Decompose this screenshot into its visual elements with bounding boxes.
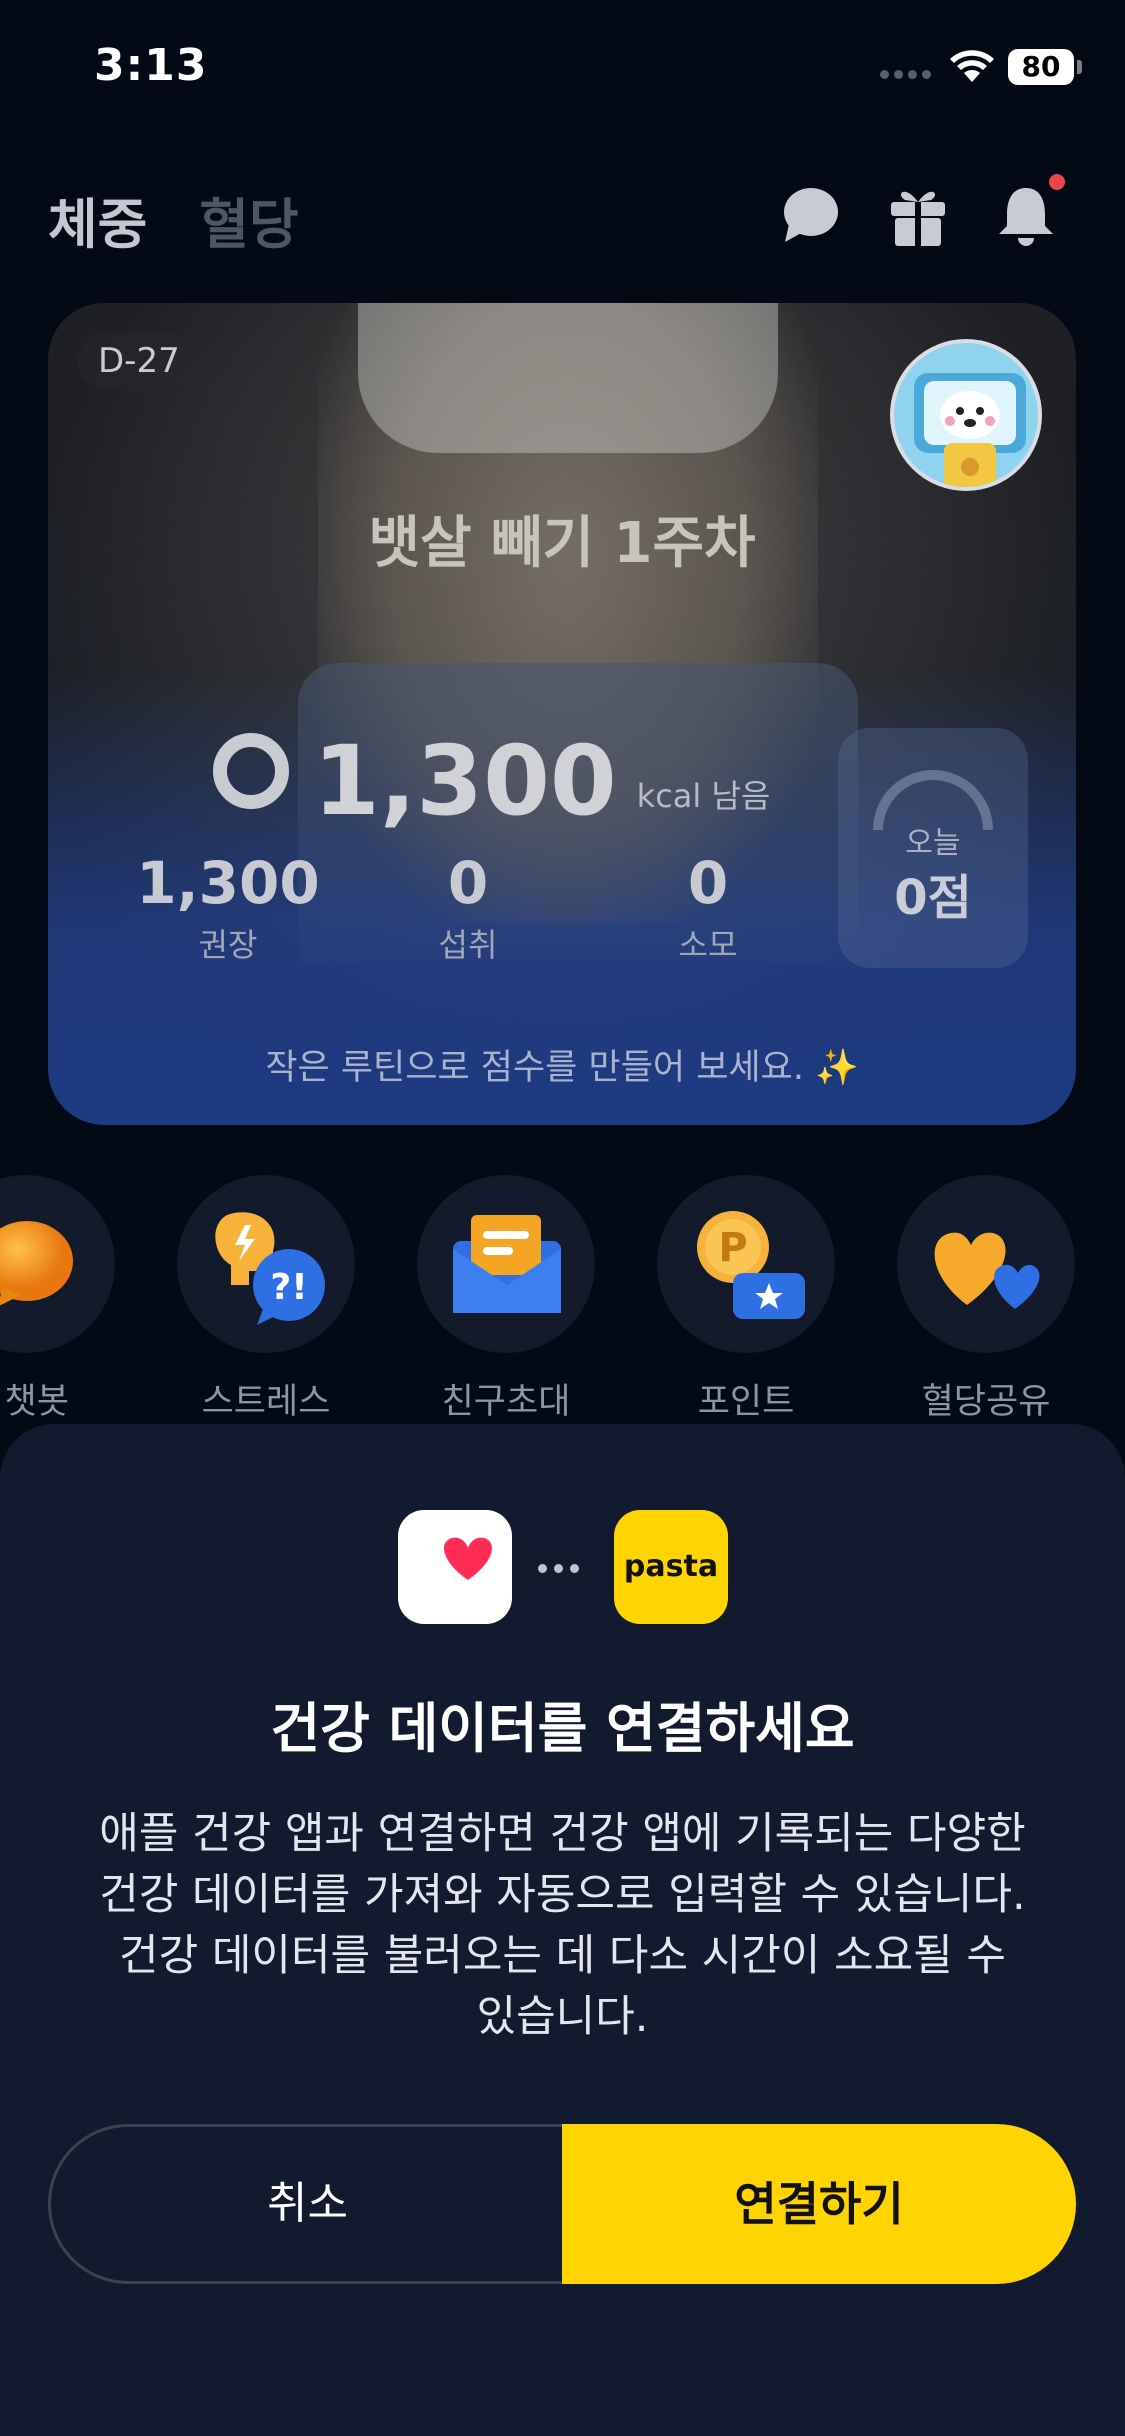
- menu-item-chatbot[interactable]: I 챗봇: [0, 1175, 116, 1424]
- share-heart-icon: [934, 1232, 1040, 1309]
- header-tabs: 체중 혈당: [48, 180, 299, 259]
- svg-text:P: P: [718, 1225, 747, 1271]
- ring-icon: [213, 733, 289, 809]
- menu-label: 혈당공유: [921, 1382, 1051, 1422]
- menu-label: I 챗봇: [0, 1382, 69, 1422]
- description-line: 건강 데이터를 가져와 자동으로 입력할 수 있습니다.: [99, 1870, 1026, 1920]
- description-line: 애플 건강 앱과 연결하면 건강 앱에 기록되는 다양한: [99, 1809, 1026, 1859]
- notification-dot: [1049, 174, 1065, 190]
- description-line: 건강 데이터를 불러오는 데 다소 시간이 소요될 수: [119, 1931, 1006, 1981]
- cancel-button[interactable]: 취소: [48, 2124, 564, 2284]
- avatar[interactable]: [890, 339, 1042, 491]
- quick-menu: I 챗봇 ?! 스트레스 친구초대: [0, 1175, 1125, 1425]
- tab-blood-sugar[interactable]: 혈당: [199, 180, 298, 259]
- wifi-icon: [950, 50, 994, 82]
- kcal-remaining-value: 1,300: [313, 725, 617, 837]
- sheet-title: 건강 데이터를 연결하세요: [270, 1697, 855, 1760]
- sheet-description: 애플 건강 앱과 연결하면 건강 앱에 기록되는 다양한 건강 데이터를 가져와…: [50, 1804, 1075, 2048]
- apple-health-app-icon: [398, 1510, 512, 1624]
- status-bar: 3:13 80: [0, 0, 1125, 140]
- svg-text:?!: ?!: [270, 1267, 307, 1308]
- header-actions: [755, 174, 1085, 260]
- stress-icon: ?!: [215, 1212, 325, 1325]
- d-day-badge: D-27: [78, 333, 200, 389]
- stat-label: 소모: [678, 925, 738, 964]
- stat-burned: 0 소모: [588, 853, 828, 966]
- calorie-stats: 1,300 권장 0 섭취 0 소모: [108, 853, 828, 966]
- today-score[interactable]: 오늘 0점: [838, 728, 1028, 968]
- routine-hint: 작은 루틴으로 점수를 만들어 보세요. ✨: [265, 1048, 859, 1088]
- stat-intake: 0 섭취: [348, 853, 588, 966]
- stat-value: 0: [687, 849, 729, 917]
- score-value: 0점: [894, 870, 972, 926]
- stat-value: 1,300: [136, 849, 320, 917]
- tab-weight[interactable]: 체중: [48, 180, 147, 259]
- stat-recommended: 1,300 권장: [108, 853, 348, 966]
- heart-icon: [444, 1537, 492, 1580]
- point-icon: P: [697, 1211, 805, 1319]
- goal-card[interactable]: D-27 뱃살 빼기 1주차 1,300 kcal 남음 1,300 권장 0 …: [48, 303, 1076, 1125]
- menu-label: 스트레스: [201, 1382, 331, 1422]
- menu-label: 포인트: [697, 1382, 795, 1422]
- description-line: 있습니다.: [476, 1992, 649, 2042]
- bell-icon: [999, 188, 1053, 246]
- menu-label: 친구초대: [441, 1382, 571, 1422]
- goal-title: 뱃살 빼기 1주차: [368, 511, 756, 576]
- menu-item-point[interactable]: P 포인트: [656, 1175, 836, 1424]
- signal-icon: [880, 64, 936, 83]
- hero-photo-shirt: [358, 303, 778, 453]
- notification-button[interactable]: [991, 174, 1065, 250]
- stat-value: 0: [447, 849, 489, 917]
- battery-icon: 80: [1008, 49, 1074, 85]
- avatar-illustration: [914, 373, 1026, 487]
- battery-tip: [1077, 60, 1082, 74]
- menu-item-stress[interactable]: ?! 스트레스: [176, 1175, 356, 1424]
- stat-label: 섭취: [438, 925, 498, 964]
- kcal-remaining-unit: kcal 남음: [636, 777, 771, 815]
- chat-bubble-icon[interactable]: [775, 180, 845, 250]
- health-connect-sheet: pasta 건강 데이터를 연결하세요 애플 건강 앱과 연결하면 건강 앱에 …: [0, 1424, 1125, 2436]
- menu-item-invite[interactable]: 친구초대: [416, 1175, 596, 1424]
- app-link-icons: pasta: [0, 1510, 1125, 1624]
- status-time: 3:13: [94, 40, 208, 91]
- menu-item-glucose-share[interactable]: 혈당공유: [896, 1175, 1076, 1424]
- kcal-remaining-row: 1,300 kcal 남음: [213, 733, 770, 829]
- sheet-actions: 취소 연결하기: [48, 2124, 1076, 2284]
- stat-label: 권장: [198, 925, 258, 964]
- score-label: 오늘: [905, 826, 961, 861]
- gift-icon[interactable]: [883, 180, 953, 250]
- link-dots-icon: [538, 1558, 588, 1576]
- pasta-app-icon: pasta: [614, 1510, 728, 1624]
- invite-icon: [453, 1215, 561, 1313]
- connect-button[interactable]: 연결하기: [562, 2124, 1076, 2284]
- chatbot-icon: [0, 1221, 73, 1306]
